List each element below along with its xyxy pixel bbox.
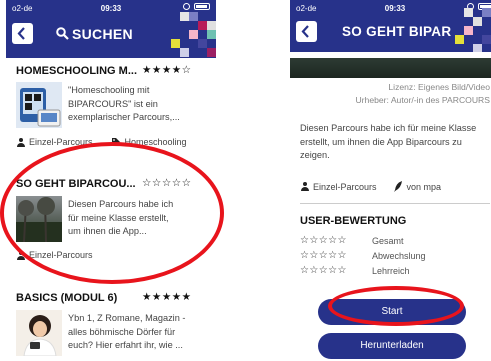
highlight-ellipse <box>328 286 464 326</box>
image-author: Urheber: Autor/-in des PARCOURS <box>355 95 490 105</box>
header-bar: o2-de 09:33 SUCHEN <box>6 0 216 58</box>
chevron-left-icon <box>301 25 309 38</box>
chevron-left-icon <box>17 27 25 40</box>
rating-stars: ★★★★☆ <box>142 64 192 76</box>
parcours-hero-image <box>290 58 491 78</box>
entry-title: BASICS (MODUL 6) <box>16 292 118 304</box>
feather-pen-icon <box>393 181 402 192</box>
rating-stars[interactable]: ☆☆☆☆☆ <box>300 250 347 261</box>
entry-description-line: "Homeschooling mit <box>68 85 150 95</box>
entry-description-line: exemplarischer Parcours,... <box>68 112 180 122</box>
entry-description-line: Ybn 1, Z Romane, Magazin - <box>68 313 186 323</box>
page-title: SUCHEN <box>72 26 133 42</box>
section-divider <box>300 203 490 204</box>
rating-row[interactable]: ☆☆☆☆☆ Lehrreich <box>300 265 410 276</box>
parcours-description-line: zeigen. <box>300 150 330 160</box>
back-button[interactable] <box>296 21 317 42</box>
entry-description-line: euch? Hier erfahrt ihr, wie ... <box>68 340 183 350</box>
brand-mosaic <box>446 8 491 52</box>
back-button[interactable] <box>12 23 33 44</box>
rating-stars: ★★★★★ <box>142 291 192 303</box>
header-bar: o2-de 09:33 SO GEHT BIPAR <box>290 0 491 52</box>
parcours-meta: Einzel-Parcours von mpa <box>300 181 441 192</box>
parcours-description-line: Diesen Parcours habe ich für meine Klass… <box>300 123 477 133</box>
alarm-icon <box>183 3 190 10</box>
rating-row[interactable]: ☆☆☆☆☆ Abwechslung <box>300 250 426 261</box>
download-button[interactable]: Herunterladen <box>318 333 466 359</box>
rating-stars[interactable]: ☆☆☆☆☆ <box>300 265 347 276</box>
brand-mosaic <box>162 12 216 58</box>
page-title: SO GEHT BIPAR <box>342 24 452 39</box>
rating-label: Abwechslung <box>372 251 426 261</box>
rating-label: Lehrreich <box>372 266 410 276</box>
rating-label: Gesamt <box>372 236 404 246</box>
entry-description-line: BIPARCOURS" ist ein <box>68 98 158 109</box>
parcours-description-line: erstellt, um ihnen die App Biparcours zu <box>300 136 462 147</box>
image-license: Lizenz: Eigenes Bild/Video <box>388 82 490 92</box>
search-icon <box>56 27 69 40</box>
battery-icon <box>194 3 210 10</box>
status-icons <box>183 3 210 10</box>
rating-heading: USER-BEWERTUNG <box>300 215 407 227</box>
parcours-type: Einzel-Parcours <box>313 181 377 192</box>
rating-stars[interactable]: ☆☆☆☆☆ <box>300 235 347 246</box>
rating-row[interactable]: ☆☆☆☆☆ Gesamt <box>300 235 404 246</box>
parcours-thumbnail <box>16 82 62 128</box>
parcours-author: von mpa <box>406 181 442 192</box>
entry-description-line: alles böhmische Dörfer für <box>68 326 176 337</box>
person-icon <box>16 137 25 147</box>
parcours-thumbnail <box>16 310 62 356</box>
person-icon <box>300 182 309 191</box>
entry-title: HOMESCHOOLING M... <box>16 65 137 77</box>
highlight-ellipse <box>0 142 224 284</box>
